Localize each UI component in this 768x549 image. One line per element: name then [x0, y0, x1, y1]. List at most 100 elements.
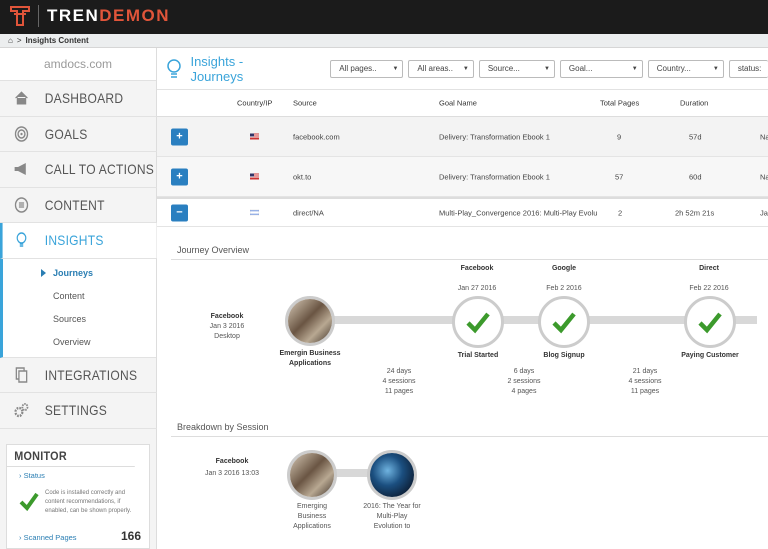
session-page-thumbnail[interactable] — [287, 450, 337, 500]
row-extra: Na — [760, 132, 768, 141]
row-source: okt.to — [293, 172, 312, 181]
list-icon — [12, 196, 31, 214]
check-icon — [552, 312, 576, 334]
nav-call-to-actions[interactable]: CALL TO ACTIONS — [0, 152, 157, 188]
sub-overview[interactable]: Overview — [3, 331, 156, 354]
table-row[interactable]: + okt.to Delivery: Transformation Ebook … — [157, 157, 768, 197]
start-content-thumbnail[interactable] — [285, 296, 335, 346]
row-extra: Na — [760, 172, 768, 181]
step1-goal-circle[interactable] — [452, 296, 504, 348]
row-duration: 2h 52m 21s — [675, 208, 715, 217]
start-info: Facebook Jan 3 2016 Desktop — [209, 313, 245, 340]
row-pages: 57 — [615, 172, 624, 181]
bulb-icon — [167, 58, 181, 78]
main-content: Insights - Journeys All pages.. ▼ All are… — [157, 48, 768, 549]
status-description: Code is installed correctly and content … — [45, 490, 132, 514]
sub-journeys[interactable]: Journeys — [3, 262, 156, 285]
sub-content[interactable]: Content — [3, 285, 156, 308]
breakdown-title: Breakdown by Session — [177, 422, 269, 432]
check-icon — [466, 312, 490, 334]
monitor-panel: MONITOR › Status Code is installed corre… — [6, 444, 150, 549]
check-icon — [698, 312, 722, 334]
row-goal: Delivery: Transformation Ebook 1 — [439, 172, 550, 181]
table-row[interactable]: + facebook.com Delivery: Transformation … — [157, 117, 768, 157]
nav-label: SETTINGS — [44, 402, 108, 419]
col-country: Country/IP — [237, 98, 273, 108]
start-content-label: Emergin Business Applications — [279, 350, 341, 367]
megaphone-icon — [12, 160, 31, 178]
step1-label: Trial Started — [457, 352, 499, 359]
nav-label: INSIGHTS — [44, 232, 104, 249]
page-title: Insights - Journeys — [190, 53, 244, 84]
nav-label: CONTENT — [44, 196, 105, 213]
country-filter[interactable]: Country... ▼ — [647, 59, 724, 78]
row-extra: Ja — [760, 208, 768, 217]
logo[interactable]: TRENDEMON — [10, 5, 170, 27]
expand-button[interactable]: + — [171, 168, 188, 185]
step2-label: Paying CustomerBlog Signup — [543, 352, 585, 359]
nav-label: CALL TO ACTIONS — [44, 161, 155, 178]
step3-goal-circle[interactable] — [684, 296, 736, 348]
scanned-pages-link[interactable]: › Scanned Pages — [19, 533, 77, 542]
gap1-stats: 24 days 4 sessions 11 pages — [382, 368, 416, 395]
pages-filter[interactable]: All pages.. ▼ — [330, 59, 404, 78]
row-duration: 57d — [689, 132, 702, 141]
site-name[interactable]: amdocs.com — [0, 48, 156, 81]
nav-label: DASHBOARD — [44, 90, 124, 107]
status-filter[interactable]: status: — [728, 59, 768, 78]
col-source: Source — [293, 98, 317, 108]
copy-icon — [12, 366, 31, 384]
step2-goal-circle[interactable] — [538, 296, 590, 348]
collapse-button[interactable]: − — [171, 204, 188, 221]
nav-integrations[interactable]: INTEGRATIONS — [0, 358, 157, 393]
breadcrumb-separator: > — [16, 36, 22, 45]
gap2-stats: 6 days 2 sessions 4 pages — [507, 368, 541, 395]
sub-sources[interactable]: Sources — [3, 308, 156, 331]
expand-button[interactable]: + — [171, 128, 188, 145]
col-duration: Duration — [680, 98, 709, 108]
areas-filter[interactable]: All areas.. ▼ — [408, 59, 474, 78]
col-goal: Goal Name — [439, 98, 477, 108]
us-flag-icon — [250, 132, 259, 141]
nav-insights[interactable]: INSIGHTS — [0, 223, 157, 259]
step3-header: Direct Feb 22 2016 — [689, 265, 729, 292]
nav-content[interactable]: CONTENT — [0, 188, 157, 223]
target-icon — [12, 125, 31, 143]
step2-header: Google Feb 2 2016 — [546, 265, 582, 292]
journey-overview-title: Journey Overview — [177, 245, 250, 255]
row-duration: 60d — [689, 172, 702, 181]
check-icon — [19, 492, 39, 511]
col-pages: Total Pages — [600, 98, 640, 108]
nav-dashboard[interactable]: DASHBOARD — [0, 81, 157, 117]
nav-goals[interactable]: GOALS — [0, 117, 157, 152]
us-flag-icon — [250, 172, 259, 181]
goal-filter[interactable]: Goal... ▼ — [559, 59, 643, 78]
row-goal: Delivery: Transformation Ebook 1 — [439, 132, 550, 141]
page-header: Insights - Journeys All pages.. ▼ All are… — [157, 48, 768, 90]
home-icon — [12, 89, 31, 107]
home-icon[interactable]: ⌂ — [8, 36, 13, 45]
row-source: facebook.com — [293, 132, 340, 141]
top-bar: TRENDEMON — [0, 0, 768, 34]
table-header: Country/IP Source Goal Name Total Pages … — [157, 90, 768, 117]
gears-icon — [12, 401, 31, 419]
row-goal: Multi-Play_Convergence 2016: Multi-Play … — [439, 208, 598, 217]
breadcrumb-current: Insights Content — [25, 36, 89, 45]
nav-settings[interactable]: SETTINGS — [0, 393, 157, 429]
row-pages: 2 — [618, 208, 623, 217]
status-link[interactable]: › Status — [7, 467, 149, 480]
scanned-pages-count: 166 — [120, 529, 141, 543]
session-page-thumbnail[interactable] — [367, 450, 417, 500]
monitor-title: MONITOR — [7, 445, 135, 467]
row-pages: 9 — [617, 132, 622, 141]
nav-label: GOALS — [44, 125, 88, 142]
source-filter[interactable]: Source... ▼ — [478, 59, 555, 78]
breadcrumb: ⌂ > Insights Content — [0, 34, 768, 48]
nav-label: INTEGRATIONS — [44, 366, 138, 383]
step1-header: Facebook Jan 27 2016 — [457, 265, 497, 292]
session-page-label: 2016: The Year for Multi-Play Evolution … — [363, 503, 421, 530]
trendemon-logo-icon — [10, 6, 30, 26]
table-row-expanded[interactable]: − direct/NA Multi-Play_Convergence 2016:… — [157, 197, 768, 227]
il-flag-icon — [250, 208, 259, 217]
session-info: Facebook Jan 3 2016 13:03 — [204, 458, 260, 477]
